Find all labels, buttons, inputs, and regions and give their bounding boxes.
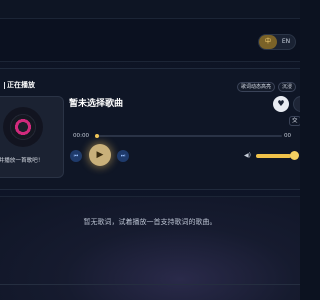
immersive-mode-toggle[interactable]: 沉浸 <box>278 82 297 92</box>
music-player-app: 中 EN 正在播放 择并播放一首歌吧！ 暂未选择歌曲 歌词动态高亮 沉浸 ♥ 交… <box>0 0 300 300</box>
song-title: 暂未选择歌曲 <box>69 99 124 109</box>
play-icon: ▶ <box>96 150 104 160</box>
next-icon: ⏭ <box>120 153 126 159</box>
current-time: 00:00 <box>73 133 90 139</box>
progress-handle[interactable] <box>95 134 99 138</box>
volume-handle[interactable] <box>290 151 299 160</box>
divider <box>0 284 300 285</box>
lang-option-zh[interactable]: 中 <box>259 35 277 49</box>
heart-icon: ♥ <box>277 99 285 108</box>
next-button[interactable]: ⏭ <box>117 150 129 162</box>
lyrics-empty-message: 暂无歌词，试着播放一首支持歌词的歌曲。 <box>83 218 217 226</box>
vinyl-disc-icon <box>3 107 43 147</box>
now-playing-label: 正在播放 <box>4 80 35 90</box>
previous-button[interactable]: ⏮ <box>70 150 82 162</box>
volume-fill <box>256 154 291 158</box>
now-playing-text: 正在播放 <box>7 81 35 89</box>
side-chip[interactable]: 交 <box>289 116 300 126</box>
previous-icon: ⏮ <box>73 153 79 159</box>
cover-hint-text: 择并播放一首歌吧！ <box>0 158 44 164</box>
album-cover: 择并播放一首歌吧！ <box>0 96 64 178</box>
favorite-button[interactable]: ♥ <box>273 96 289 112</box>
play-button[interactable]: ▶ <box>89 144 111 166</box>
section-marker <box>4 81 5 89</box>
volume-icon: ◀) <box>244 152 251 159</box>
progress-bar[interactable] <box>96 135 282 137</box>
language-toggle[interactable]: 中 EN <box>258 34 296 50</box>
volume-slider[interactable] <box>256 154 294 158</box>
top-bar: 中 EN <box>0 18 300 62</box>
total-time: 00 <box>284 133 292 139</box>
lyrics-highlight-toggle[interactable]: 歌词动态高亮 <box>237 82 276 92</box>
lang-option-en[interactable]: EN <box>277 35 295 49</box>
